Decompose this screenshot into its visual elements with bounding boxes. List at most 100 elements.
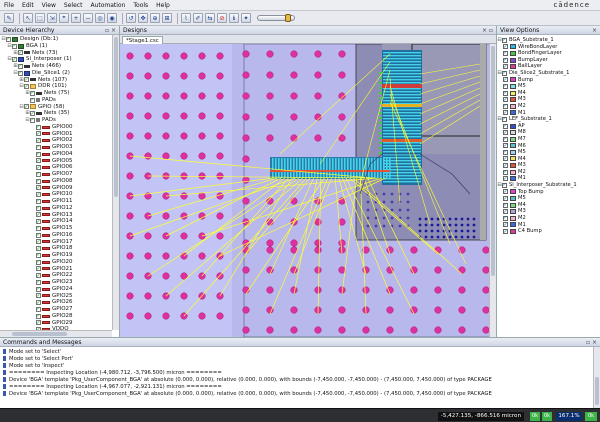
canvas-vscroll-thumb[interactable] <box>491 46 495 276</box>
layer-color-swatch[interactable] <box>510 77 516 83</box>
measure-icon[interactable]: ⊞ <box>162 13 172 23</box>
tree-item[interactable]: GPIO28 <box>0 313 119 320</box>
visibility-checkbox[interactable] <box>36 273 41 279</box>
tree-item[interactable]: ⊞Nets (35) <box>0 110 119 117</box>
tree-item[interactable]: ⊟GPIO (58) <box>0 104 119 111</box>
visibility-checkbox[interactable] <box>24 84 29 90</box>
layer-item[interactable]: M1 <box>497 222 600 229</box>
menu-help[interactable]: Help <box>152 2 174 9</box>
panel-close-icon[interactable]: ▫ × <box>105 26 119 34</box>
visibility-checkbox[interactable] <box>36 246 41 252</box>
visibility-checkbox[interactable] <box>36 185 41 191</box>
layer-color-swatch[interactable] <box>510 149 516 155</box>
layer-item[interactable]: M1 <box>497 110 600 117</box>
layer-item[interactable]: M3 <box>497 162 600 169</box>
tree-item[interactable]: PADs <box>0 97 119 104</box>
menu-select[interactable]: Select <box>60 2 87 9</box>
tree-item[interactable]: GPIO10 <box>0 191 119 198</box>
menu-file[interactable]: File <box>0 2 18 9</box>
tree-item[interactable]: GPIO18 <box>0 245 119 252</box>
layer-color-swatch[interactable] <box>510 156 516 162</box>
visibility-checkbox[interactable] <box>36 266 41 272</box>
highlight-icon[interactable]: ✦ <box>241 13 251 23</box>
visibility-checkbox[interactable] <box>30 97 35 103</box>
layer-checkbox[interactable] <box>503 77 508 83</box>
select-icon[interactable]: ↖ <box>23 13 33 23</box>
tree-item[interactable]: GPIO21 <box>0 266 119 273</box>
layer-checkbox[interactable] <box>503 64 508 70</box>
visibility-checkbox[interactable] <box>36 225 41 231</box>
tree-item[interactable]: GPIO06 <box>0 164 119 171</box>
visibility-checkbox[interactable] <box>36 158 41 164</box>
layer-group[interactable]: ⊟BGA_Substrate_1 <box>497 37 600 44</box>
visibility-checkbox[interactable] <box>6 36 11 42</box>
tree-item[interactable]: GPIO08 <box>0 178 119 185</box>
visibility-checkbox[interactable] <box>24 104 29 110</box>
visibility-checkbox[interactable] <box>12 43 17 49</box>
pan-icon[interactable]: ✥ <box>138 13 148 23</box>
commands-close-icon[interactable]: ▫ × <box>586 338 600 346</box>
tree-item[interactable]: ⊟Die_Slice1 (2) <box>0 70 119 77</box>
layer-color-swatch[interactable] <box>510 209 516 215</box>
layer-item[interactable]: M2 <box>497 103 600 110</box>
layer-checkbox[interactable] <box>503 97 508 103</box>
tree-item[interactable]: GPIO11 <box>0 198 119 205</box>
layer-color-swatch[interactable] <box>510 130 516 136</box>
visibility-checkbox[interactable] <box>30 90 35 96</box>
layer-checkbox[interactable] <box>503 149 508 155</box>
tree-item[interactable]: GPIO23 <box>0 279 119 286</box>
layer-checkbox[interactable] <box>503 196 508 202</box>
layer-color-swatch[interactable] <box>510 189 516 195</box>
visibility-checkbox[interactable] <box>36 151 41 157</box>
tree-item[interactable]: ⊞Nets (466) <box>0 63 119 70</box>
tree-item[interactable]: ⊟Design (Db:1) <box>0 36 119 43</box>
layer-checkbox[interactable] <box>503 136 508 142</box>
view-options-close-icon[interactable]: × <box>592 26 600 34</box>
tab-stage1[interactable]: *Stage1.csc <box>122 36 163 44</box>
layer-checkbox[interactable] <box>503 222 508 228</box>
group-checkbox[interactable] <box>502 70 507 76</box>
layer-item[interactable]: M2 <box>497 169 600 176</box>
visibility-checkbox[interactable] <box>36 198 41 204</box>
visibility-checkbox[interactable] <box>30 117 35 123</box>
visibility-checkbox[interactable] <box>36 131 41 137</box>
layer-color-swatch[interactable] <box>510 196 516 202</box>
visibility-checkbox[interactable] <box>36 286 41 292</box>
layer-group[interactable]: ⊟Die_Slice2_Substrate_1 <box>497 70 600 77</box>
layer-checkbox[interactable] <box>503 189 508 195</box>
menu-view[interactable]: View <box>38 2 60 9</box>
tree-item[interactable]: GPIO03 <box>0 144 119 151</box>
zoom-fit-icon[interactable]: ◎ <box>95 13 105 23</box>
tree-item[interactable]: GPIO20 <box>0 259 119 266</box>
layer-color-swatch[interactable] <box>510 176 516 182</box>
layer-color-swatch[interactable] <box>510 90 516 96</box>
visibility-checkbox[interactable] <box>36 165 41 171</box>
layer-group[interactable]: ⊟Si_Interposer_Substrate_1 <box>497 182 600 189</box>
layout-view[interactable] <box>120 43 497 338</box>
layout-canvas[interactable] <box>120 43 497 338</box>
zoom-prev-icon[interactable]: ↺ <box>126 13 136 23</box>
layer-color-swatch[interactable] <box>510 110 516 116</box>
visibility-checkbox[interactable] <box>36 306 41 312</box>
layer-color-swatch[interactable] <box>510 222 516 228</box>
visibility-checkbox[interactable] <box>18 63 23 69</box>
tree-item[interactable]: GPIO19 <box>0 252 119 259</box>
visibility-checkbox[interactable] <box>36 178 41 184</box>
layer-color-swatch[interactable] <box>510 215 516 221</box>
tree-item[interactable]: GPIO15 <box>0 225 119 232</box>
layer-item[interactable]: M3 <box>497 96 600 103</box>
tree-item[interactable]: GPIO13 <box>0 212 119 219</box>
menu-tools[interactable]: Tools <box>129 2 152 9</box>
visibility-checkbox[interactable] <box>36 171 41 177</box>
hierarchy-hscroll[interactable] <box>0 330 112 337</box>
layer-item[interactable]: BondFingerLayer <box>497 50 600 57</box>
layer-item[interactable]: Top Bump <box>497 189 600 196</box>
layer-item[interactable]: M4 <box>497 90 600 97</box>
flip-icon[interactable]: ⇆ <box>205 13 215 23</box>
menu-edit[interactable]: Edit <box>18 2 38 9</box>
visibility-checkbox[interactable] <box>36 293 41 299</box>
layer-item[interactable]: M5 <box>497 195 600 202</box>
layer-item[interactable]: M6 <box>497 143 600 150</box>
visibility-checkbox[interactable] <box>36 205 41 211</box>
tree-item[interactable]: GPIO01 <box>0 131 119 138</box>
